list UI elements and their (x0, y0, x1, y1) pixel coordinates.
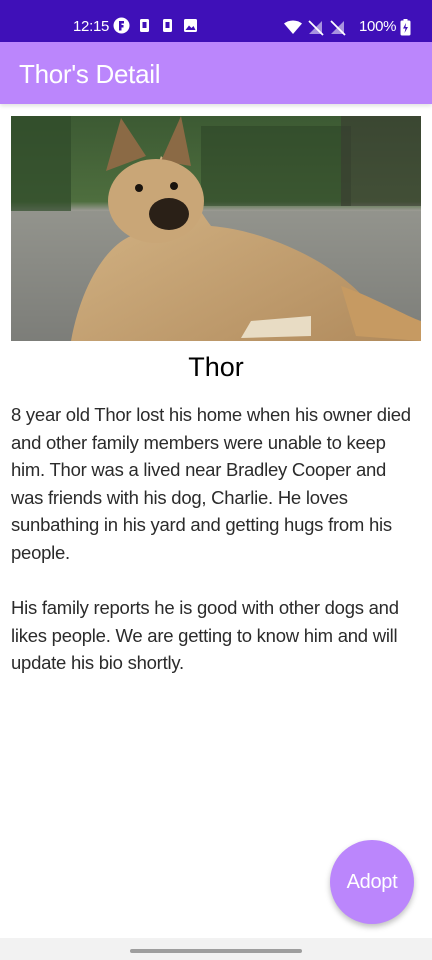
notification-app-icon (113, 17, 130, 34)
status-bar: 12:15 100% (0, 0, 432, 42)
sim-icon (136, 17, 153, 34)
adopt-button[interactable]: Adopt (330, 840, 414, 924)
battery-charging-icon (400, 18, 411, 36)
pet-name: Thor (188, 352, 244, 382)
status-time: 12:15 (73, 18, 110, 35)
sim-icon (159, 17, 176, 34)
status-notification-icons (113, 17, 199, 34)
pet-bio: 8 year old Thor lost his home when his o… (11, 401, 421, 705)
bio-paragraph: 8 year old Thor lost his home when his o… (11, 404, 411, 563)
wifi-icon (283, 19, 303, 36)
pet-photo (11, 116, 421, 341)
battery-percentage: 100% (359, 18, 397, 35)
status-system-icons: 100% (283, 17, 411, 37)
gallery-icon (182, 17, 199, 34)
app-bar: Thor's Detail (0, 42, 432, 104)
bio-paragraph: His family reports he is good with other… (11, 597, 399, 674)
no-signal-icon (307, 19, 325, 36)
no-signal-icon (329, 19, 347, 36)
navigation-bar (0, 938, 432, 960)
page-title: Thor's Detail (19, 59, 161, 89)
home-gesture-handle[interactable] (130, 949, 302, 953)
